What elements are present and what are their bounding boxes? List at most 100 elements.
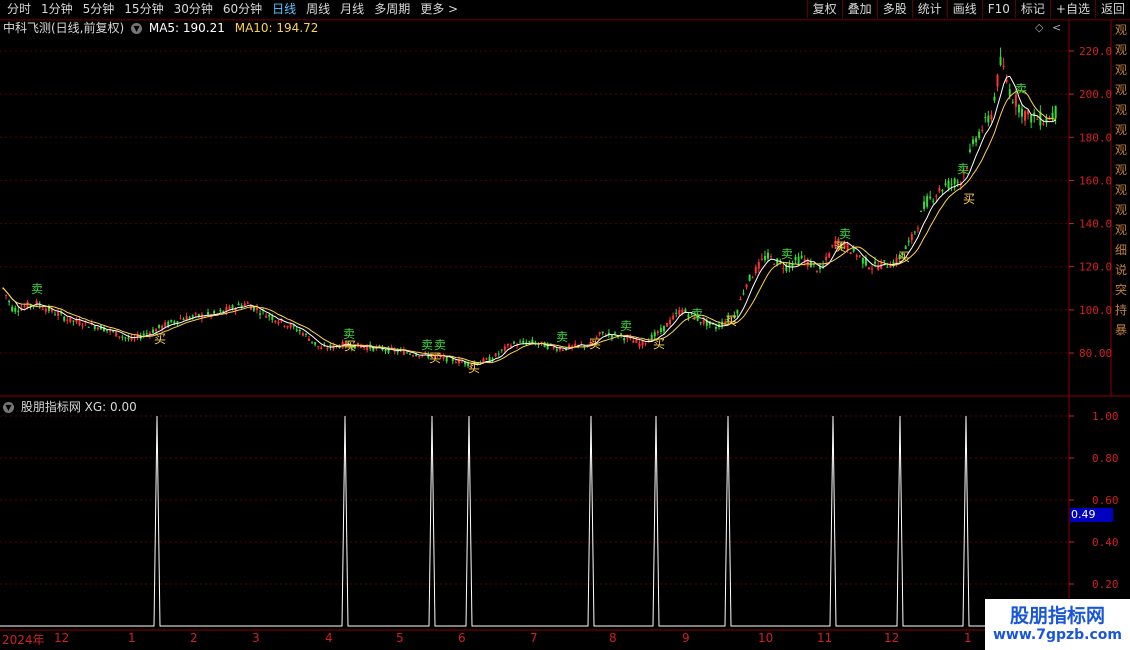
- candle-body: [794, 256, 797, 261]
- chevron-down-icon[interactable]: ▼: [3, 402, 14, 413]
- candle-body: [757, 262, 760, 269]
- candle-body: [121, 336, 124, 338]
- candle-body: [855, 255, 858, 257]
- candle-body: [506, 344, 509, 346]
- side-label-14[interactable]: 持: [1112, 300, 1130, 320]
- side-label-0[interactable]: 观: [1112, 20, 1130, 40]
- candle-body: [363, 346, 366, 349]
- side-label-10[interactable]: 观: [1112, 220, 1130, 240]
- candle-body: [904, 246, 907, 250]
- side-label-6[interactable]: 观: [1112, 140, 1130, 160]
- candle-body: [219, 310, 222, 312]
- candle-body: [326, 348, 329, 350]
- side-label-2[interactable]: 观: [1112, 60, 1130, 80]
- candle-body: [14, 307, 17, 312]
- candle-body: [828, 253, 831, 258]
- side-label-7[interactable]: 观: [1112, 160, 1130, 180]
- date-label: 3: [252, 631, 260, 645]
- candle-body: [687, 314, 690, 318]
- candle-body: [314, 342, 317, 345]
- date-label: 12: [884, 631, 900, 645]
- candle-body: [702, 319, 705, 324]
- candle-body: [886, 266, 889, 268]
- indicator-title: ▼ 股朋指标网 XG: 0.00: [3, 398, 137, 415]
- candle-body: [926, 196, 929, 207]
- candle-body: [1005, 79, 1008, 83]
- side-label-1[interactable]: 观: [1112, 40, 1130, 60]
- candle-body: [81, 325, 84, 327]
- candle-body: [115, 331, 118, 337]
- candle-body: [558, 348, 561, 351]
- ma5-line: [2, 75, 1056, 366]
- candle-body: [754, 267, 757, 274]
- sell-signal: 卖: [421, 338, 433, 352]
- candle-body: [1008, 89, 1011, 97]
- candle-body: [620, 333, 623, 336]
- side-label-11[interactable]: 细: [1112, 240, 1130, 260]
- candle-body: [155, 329, 157, 332]
- date-axis: 2024年 12 1 2 3 4 5 6 7 8 9 10 11 12 1: [0, 631, 1130, 650]
- candle-body: [418, 356, 421, 358]
- candle-body: [252, 306, 255, 311]
- candle-body: [815, 270, 818, 272]
- sell-signal: 卖: [1015, 82, 1027, 96]
- indicator-tick-label: 0.20: [1092, 578, 1119, 591]
- candle-body: [760, 258, 763, 260]
- candle-body: [763, 256, 766, 261]
- candle-body: [598, 332, 601, 335]
- side-label-15[interactable]: 暴: [1112, 320, 1130, 340]
- candle-body: [953, 178, 956, 184]
- candle-body: [500, 349, 503, 351]
- candle-body: [5, 294, 8, 296]
- side-label-13[interactable]: 突: [1112, 280, 1130, 300]
- candle-body: [66, 319, 69, 321]
- side-label-4[interactable]: 观: [1112, 100, 1130, 120]
- candle-body: [614, 332, 616, 334]
- candle-body: [681, 309, 684, 314]
- candle-body: [522, 340, 525, 344]
- date-label: 2024年: [2, 633, 45, 647]
- candle-body: [194, 313, 197, 315]
- right-side-column: 观观观观观观观观观观观细说突持暴: [1112, 20, 1130, 390]
- side-label-8[interactable]: 观: [1112, 180, 1130, 200]
- candle-body: [923, 201, 926, 209]
- candle-body: [311, 341, 314, 343]
- candle-body: [228, 306, 231, 310]
- candle-body: [454, 362, 457, 364]
- xg-indicator-line: [0, 415, 1069, 627]
- candle-body: [883, 260, 886, 262]
- price-tick-label: 220.0: [1079, 45, 1112, 58]
- candle-body: [803, 259, 806, 261]
- candle-body: [666, 323, 669, 327]
- kline-chart[interactable]: 220.0 200.0 180.0 160.0 140.0 120.0 100.0 80.00…: [0, 0, 1130, 650]
- sell-signal: 卖: [556, 330, 568, 344]
- side-label-12[interactable]: 说: [1112, 260, 1130, 280]
- candle-body: [675, 312, 678, 314]
- sell-signal: 卖: [957, 162, 969, 176]
- watermark-url: www.7gpzb.com: [992, 627, 1122, 643]
- date-label: 2: [190, 631, 198, 645]
- date-label: 9: [682, 631, 690, 645]
- buy-signal: 买: [154, 332, 166, 346]
- candle-body: [984, 117, 987, 119]
- candle-body: [528, 341, 531, 343]
- sell-signal: 卖: [781, 247, 793, 261]
- date-label: 5: [396, 631, 404, 645]
- side-label-3[interactable]: 观: [1112, 80, 1130, 100]
- candle-body: [944, 183, 947, 186]
- candle-body: [751, 277, 754, 279]
- candle-body: [800, 255, 803, 259]
- candle-body: [1036, 118, 1039, 120]
- candle-body: [54, 314, 57, 316]
- candle-body: [170, 319, 173, 323]
- candle-body: [35, 300, 38, 306]
- ma10-line: [2, 90, 1056, 364]
- side-label-5[interactable]: 观: [1112, 120, 1130, 140]
- candle-body: [173, 321, 176, 324]
- candle-body: [610, 335, 613, 338]
- candle-body: [950, 183, 953, 185]
- buy-signal: 买: [725, 314, 737, 328]
- candle-body: [259, 313, 262, 315]
- candle-body: [972, 139, 975, 144]
- side-label-9[interactable]: 观: [1112, 200, 1130, 220]
